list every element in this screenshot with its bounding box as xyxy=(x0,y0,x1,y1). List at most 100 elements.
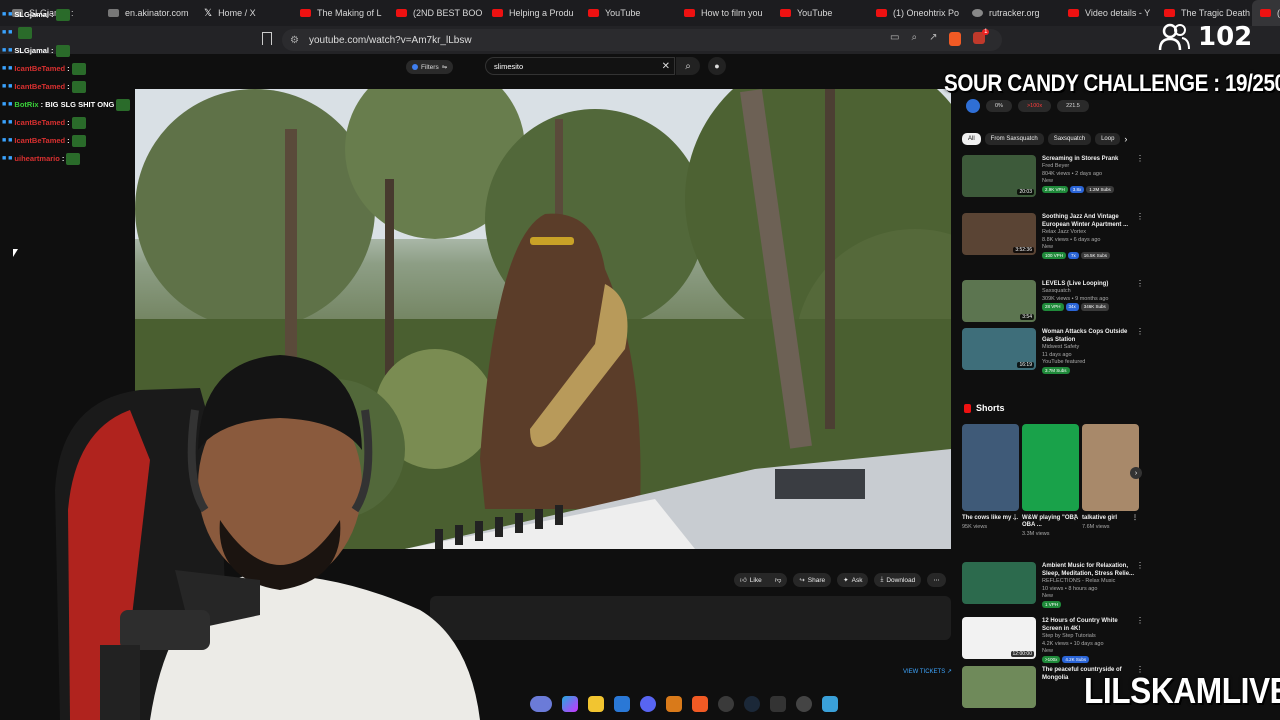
brave-rewards-icon[interactable]: 1 xyxy=(973,29,990,44)
shorts-next-button[interactable]: › xyxy=(1130,467,1142,479)
4k-app-icon[interactable] xyxy=(796,696,812,712)
more-options-icon[interactable]: ⋮ xyxy=(1012,515,1018,522)
short-thumbnail[interactable] xyxy=(1022,424,1079,511)
more-options-icon[interactable]: ⋮ xyxy=(1072,515,1078,522)
browser-tab[interactable]: How to film you xyxy=(676,0,772,26)
search-app-icon[interactable] xyxy=(530,696,552,712)
video-stats-tags: >100x 4.2K Subs xyxy=(1042,655,1138,665)
short-card[interactable]: The cows like my ... ⋮ 95K views xyxy=(962,424,1019,537)
more-options-icon[interactable]: ⋮ xyxy=(1136,213,1144,221)
recommended-video[interactable]: 12:00:00 12 Hours of Country White Screen… xyxy=(962,617,1144,665)
browser-tab[interactable]: YouTube xyxy=(772,0,868,26)
search-button[interactable]: ⌕ xyxy=(676,57,700,75)
chips-next-icon[interactable]: › xyxy=(1124,134,1127,144)
short-thumbnail[interactable] xyxy=(1082,424,1139,511)
filter-chip[interactable]: Saxsquatch xyxy=(1047,133,1092,145)
x-logo-icon: 𝕏 xyxy=(204,7,213,19)
short-card[interactable]: talkative girl ⋮ 7.6M views xyxy=(1082,424,1139,537)
dislike-icon[interactable]: 👎︎ xyxy=(775,576,782,584)
browser-tab[interactable]: (1) Oneohtrix Po xyxy=(868,0,964,26)
video-thumbnail[interactable]: 3:52:36 xyxy=(962,213,1036,255)
tab-label: (1) Oneohtrix Po xyxy=(893,8,960,18)
discord-icon[interactable] xyxy=(640,696,656,712)
steam-icon[interactable] xyxy=(744,696,760,712)
share-button[interactable]: ↪ Share xyxy=(793,573,832,587)
video-thumbnail[interactable]: 3:54 xyxy=(962,280,1036,322)
zoom-icon[interactable]: ⌕ xyxy=(911,32,917,46)
chrome-icon[interactable] xyxy=(718,696,734,712)
app-icon-2[interactable] xyxy=(770,696,786,712)
video-title[interactable]: Soothing Jazz And Vintage European Winte… xyxy=(1042,213,1138,229)
brave-browser-icon[interactable] xyxy=(692,696,708,712)
more-options-icon[interactable]: ⋮ xyxy=(1136,562,1144,570)
short-thumbnail[interactable] xyxy=(962,424,1019,511)
app-icon[interactable] xyxy=(666,696,682,712)
notepad-icon[interactable] xyxy=(822,696,838,712)
browser-tab-bar: SLGjamal : en.akinator.com 𝕏 Home / X The Ma… xyxy=(0,0,1280,26)
stat-tag: 34x xyxy=(1065,303,1079,311)
more-options-icon[interactable]: ⋮ xyxy=(1136,280,1144,288)
browser-tab[interactable]: Video details - Y xyxy=(1060,0,1156,26)
youtube-icon xyxy=(492,9,503,17)
recommended-video[interactable]: Ambient Music for Relaxation, Sleep, Med… xyxy=(962,562,1144,609)
recommended-video[interactable]: 3:54 LEVELS (Live Looping) Saxsquatch 309K … xyxy=(962,280,1144,322)
viewer-count-badge: 102 xyxy=(1158,22,1252,52)
chat-emote-icon xyxy=(18,27,33,39)
video-title[interactable]: LEVELS (Live Looping) xyxy=(1042,280,1138,288)
chat-text: : xyxy=(51,10,54,19)
stat-tag: 28 VPH xyxy=(1042,303,1064,311)
video-thumbnail[interactable]: 12:00:00 xyxy=(962,617,1036,659)
filter-chip[interactable]: From Saxsquatch xyxy=(984,133,1044,145)
site-settings-icon[interactable]: ⚙ xyxy=(290,35,299,46)
video-thumbnail[interactable]: 20:03 xyxy=(962,155,1036,197)
filter-chip[interactable]: Loop xyxy=(1095,133,1121,145)
video-title[interactable]: Woman Attacks Cops Outside Gas Station xyxy=(1042,328,1138,344)
short-title: W&W playing "OBA OBA ... xyxy=(1022,515,1078,528)
more-options-icon[interactable]: ⋮ xyxy=(1136,155,1144,163)
clear-search-icon[interactable]: ✕ xyxy=(662,61,670,72)
share-icon[interactable]: ↗ xyxy=(929,32,937,46)
recommended-video[interactable]: 20:03 Screaming in Stores Prank Fred Beyer… xyxy=(962,155,1144,197)
chat-emote-icon xyxy=(55,45,70,57)
copilot-icon[interactable] xyxy=(562,696,578,712)
more-options-icon[interactable]: ⋮ xyxy=(1136,617,1144,625)
view-tickets-link[interactable]: VIEW TICKETS ↗ xyxy=(903,668,952,675)
tab-label: The Tragic Death xyxy=(1181,8,1251,18)
video-thumbnail[interactable] xyxy=(962,562,1036,604)
browser-tab[interactable]: Helping a Produ xyxy=(484,0,580,26)
brave-shields-icon[interactable] xyxy=(949,32,962,46)
file-explorer-icon[interactable] xyxy=(588,696,604,712)
voice-search-button[interactable]: ● xyxy=(708,57,726,75)
search-input[interactable]: slimesito ✕ xyxy=(485,57,675,75)
more-options-icon[interactable]: ⋮ xyxy=(1132,515,1138,522)
browser-tab[interactable]: YouTube xyxy=(580,0,676,26)
description-box[interactable] xyxy=(430,596,951,640)
video-duration: 16:19 xyxy=(1017,362,1034,368)
store-icon[interactable] xyxy=(614,696,630,712)
more-options-icon[interactable]: ⋮ xyxy=(1136,328,1144,336)
cast-icon[interactable]: ▭ xyxy=(890,32,899,46)
browser-tab[interactable]: (1) Bette✕ xyxy=(1252,0,1280,26)
extension-logo-icon[interactable] xyxy=(966,99,980,113)
browser-tab[interactable]: The Making of L xyxy=(292,0,388,26)
short-card[interactable]: W&W playing "OBA OBA ... ⋮ 3.3M views xyxy=(1022,424,1079,537)
chat-message: ■ ■ IcantBeTamed: xyxy=(2,60,132,78)
browser-tab[interactable]: rutracker.org xyxy=(964,0,1060,26)
bookmark-icon[interactable] xyxy=(262,32,272,45)
filter-chip[interactable]: All xyxy=(962,133,981,145)
video-title[interactable]: Screaming in Stores Prank xyxy=(1042,155,1138,163)
more-actions-button[interactable]: ⋯ xyxy=(927,573,946,587)
browser-tab[interactable]: 𝕏 Home / X xyxy=(196,0,292,26)
recommended-video[interactable]: 16:19 Woman Attacks Cops Outside Gas Stat… xyxy=(962,328,1144,375)
download-button[interactable]: ⤓ Download xyxy=(874,573,922,587)
browser-tab[interactable]: (2ND BEST BOO xyxy=(388,0,484,26)
like-button[interactable]: 👍︎ Like 👎︎ xyxy=(734,573,788,587)
video-title[interactable]: 12 Hours of Country White Screen in 4K! xyxy=(1042,617,1138,633)
video-thumbnail[interactable] xyxy=(962,666,1036,708)
stat-tag: 7x xyxy=(1068,251,1079,259)
video-thumbnail[interactable]: 16:19 xyxy=(962,328,1036,370)
filters-button[interactable]: Filters ⇋ xyxy=(406,60,454,74)
video-title[interactable]: Ambient Music for Relaxation, Sleep, Med… xyxy=(1042,562,1138,578)
ask-button[interactable]: ✦ Ask xyxy=(837,573,869,587)
recommended-video[interactable]: 3:52:36 Soothing Jazz And Vintage Europea… xyxy=(962,213,1144,260)
